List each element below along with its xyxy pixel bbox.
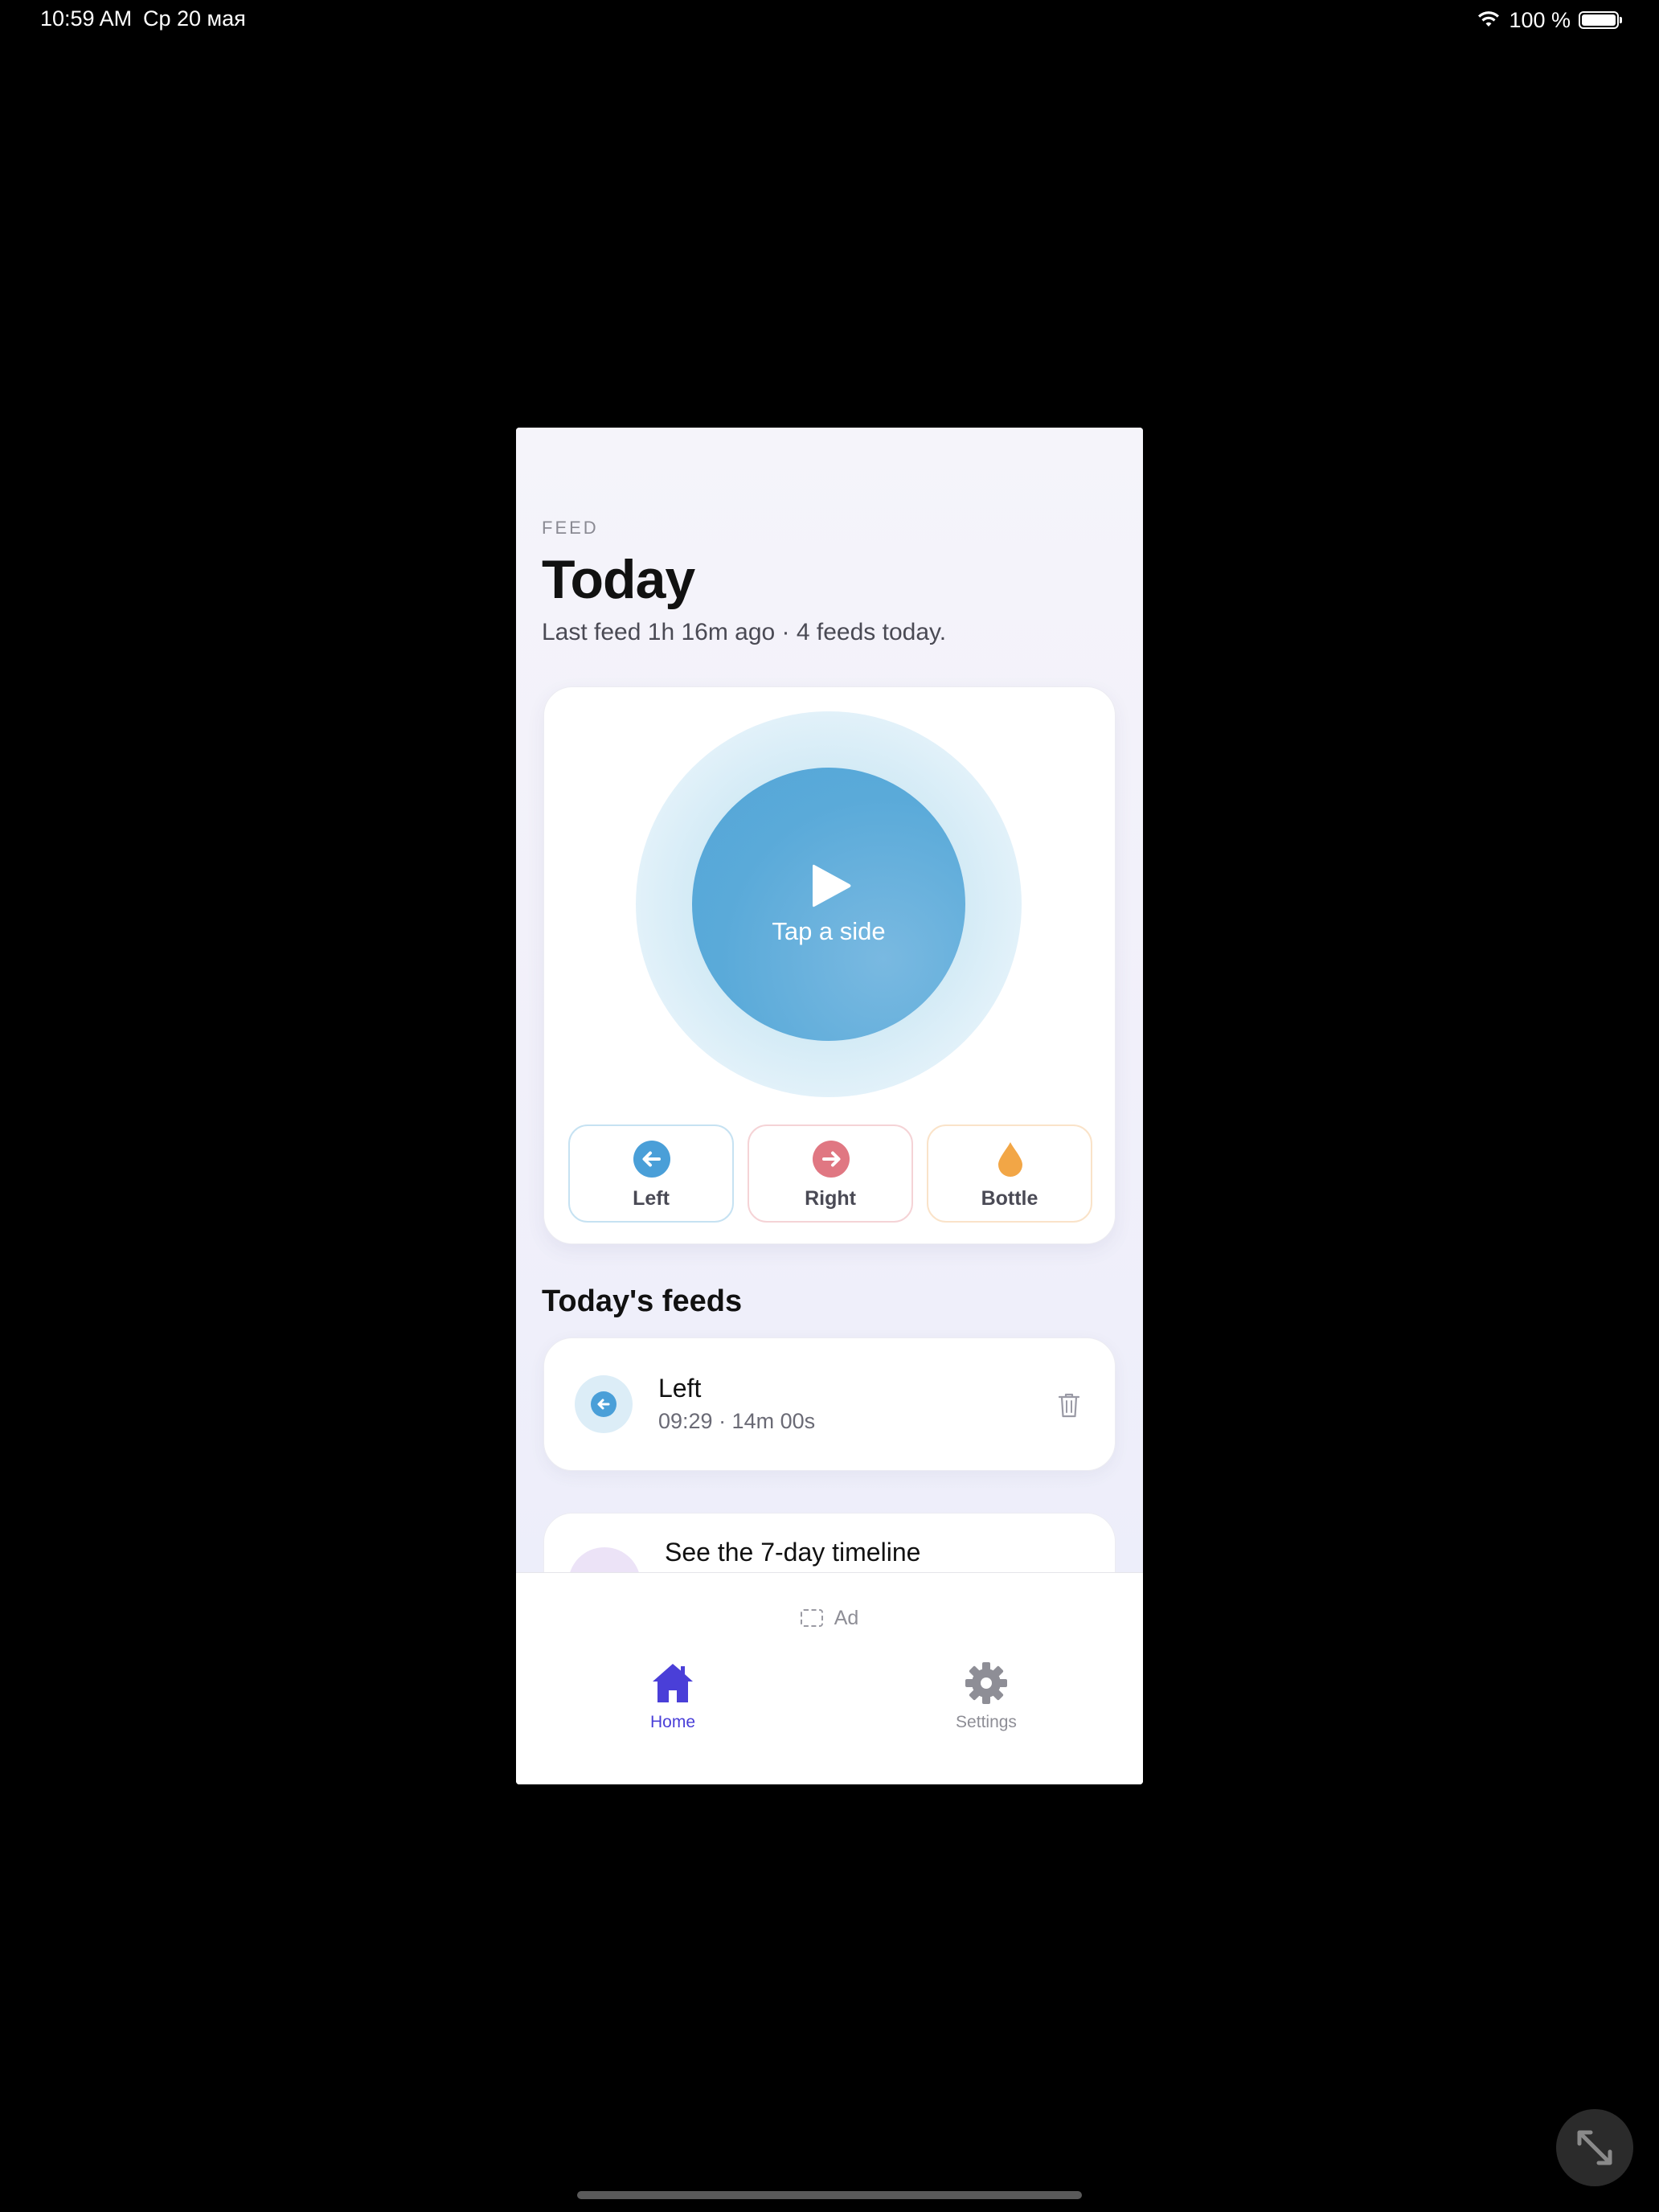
page-title: Today — [542, 549, 695, 610]
feed-start-card: Tap a side Left Right Bottle — [543, 686, 1116, 1244]
right-side-label: Right — [805, 1187, 856, 1210]
left-side-label: Left — [633, 1187, 670, 1210]
left-side-button[interactable]: Left — [568, 1124, 734, 1223]
side-selector: Left Right Bottle — [568, 1124, 1092, 1223]
bottle-button[interactable]: Bottle — [927, 1124, 1092, 1223]
feed-item-label: Left — [658, 1374, 702, 1403]
page-subtitle: Last feed 1h 16m ago · 4 feeds today. — [542, 619, 947, 645]
battery-percent: 100 % — [1509, 7, 1571, 32]
timeline-link-card[interactable]: See the 7-day timeline — [543, 1513, 1116, 1572]
todays-feeds-heading: Today's feeds — [542, 1284, 743, 1318]
arrow-left-icon — [633, 1141, 670, 1178]
ad-placeholder-icon — [800, 1609, 823, 1627]
start-button-label: Tap a side — [772, 917, 886, 945]
wifi-icon — [1478, 11, 1500, 27]
battery-icon — [1579, 11, 1622, 29]
right-side-button[interactable]: Right — [748, 1124, 913, 1223]
status-bar: 10:59 AM Ср 20 мая 100 % — [0, 0, 1659, 40]
section-eyebrow: FEED — [542, 518, 599, 538]
ad-label: Ad — [834, 1606, 859, 1629]
tab-settings-label: Settings — [956, 1713, 1017, 1731]
start-button-halo: Tap a side — [636, 711, 1022, 1097]
ad-banner[interactable]: Ad — [516, 1602, 1143, 1634]
expand-icon — [1577, 2130, 1612, 2165]
start-feed-button[interactable]: Tap a side — [692, 768, 965, 1041]
status-date: Ср 20 мая — [143, 6, 246, 31]
status-time: 10:59 AM — [40, 6, 133, 31]
tab-home-label: Home — [649, 1713, 696, 1731]
arrow-right-icon — [813, 1141, 850, 1178]
scroll-content[interactable]: FEED Today Last feed 1h 16m ago · 4 feed… — [516, 428, 1143, 1572]
tab-home[interactable]: Home — [608, 1661, 737, 1734]
bottom-bar: Ad Home Settings — [516, 1572, 1143, 1784]
status-right: 100 % — [1477, 6, 1622, 34]
tab-settings[interactable]: Settings — [922, 1661, 1051, 1734]
expand-window-button[interactable] — [1556, 2109, 1633, 2186]
gear-icon — [965, 1662, 1007, 1704]
app-window: FEED Today Last feed 1h 16m ago · 4 feed… — [516, 428, 1143, 1784]
trash-icon[interactable] — [1057, 1391, 1081, 1419]
timeline-link-label: See the 7-day timeline — [665, 1538, 921, 1567]
bottle-label: Bottle — [981, 1187, 1038, 1210]
play-icon — [813, 864, 851, 907]
drop-icon — [998, 1142, 1022, 1177]
feed-list-item[interactable]: Left 09:29 · 14m 00s — [543, 1337, 1116, 1471]
home-icon — [653, 1664, 693, 1702]
home-indicator[interactable] — [577, 2191, 1082, 2199]
feed-item-meta: 09:29 · 14m 00s — [658, 1409, 816, 1433]
feed-icon-badge — [575, 1375, 633, 1433]
calendar-icon — [568, 1547, 641, 1572]
arrow-left-icon — [591, 1391, 616, 1417]
